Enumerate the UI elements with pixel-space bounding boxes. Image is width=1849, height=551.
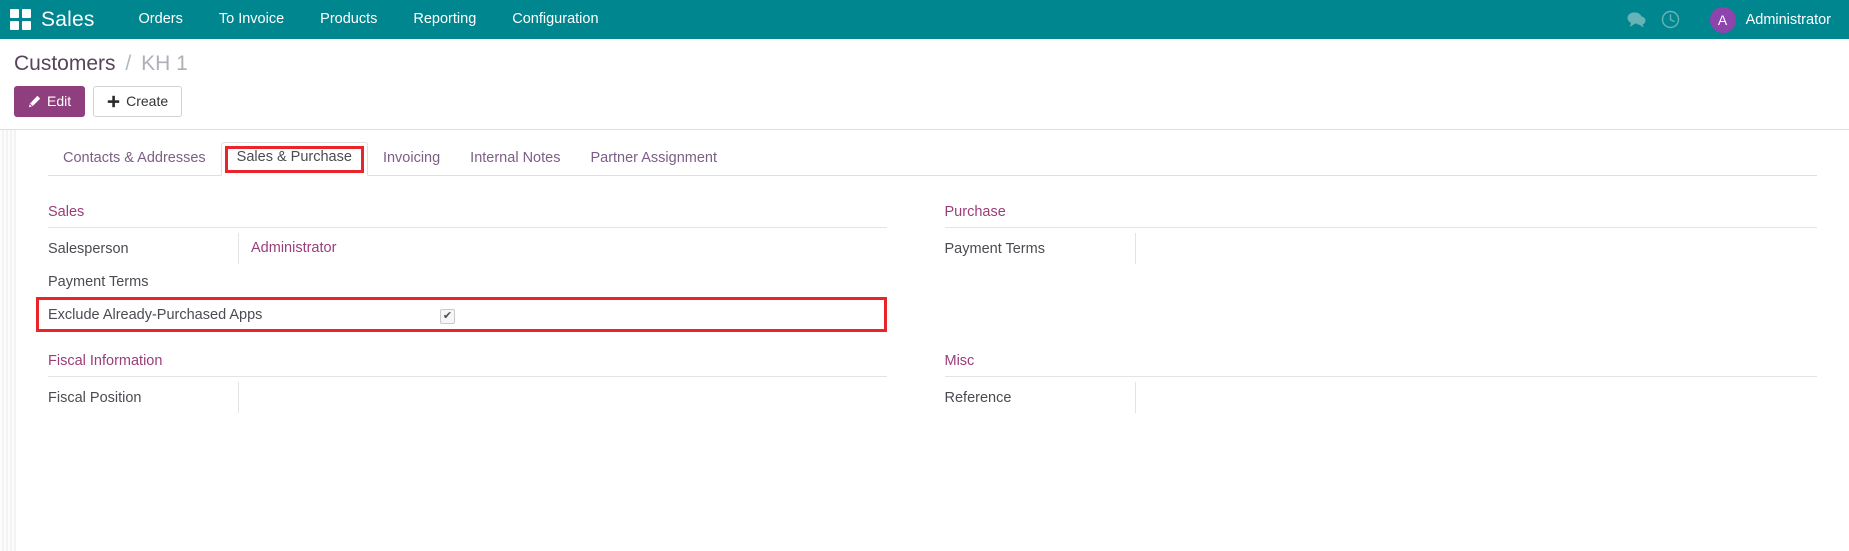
breadcrumb-customers[interactable]: Customers <box>14 52 116 75</box>
tab-invoicing[interactable]: Invoicing <box>368 144 455 176</box>
exclude-apps-checkbox-holder: ✔ <box>430 299 455 331</box>
form-row-top: Sales Salesperson Administrator Payment … <box>36 176 1818 332</box>
tab-internal-notes[interactable]: Internal Notes <box>455 144 575 176</box>
form-sheet: Contacts & Addresses Sales & Purchase In… <box>16 130 1849 551</box>
field-exclude-already-purchased-apps: Exclude Already-Purchased Apps ✔ <box>36 297 887 332</box>
breadcrumb-current-record: KH 1 <box>141 52 188 75</box>
field-purchase-payment-terms-label: Payment Terms <box>944 240 1045 257</box>
tab-partner-assignment[interactable]: Partner Assignment <box>575 144 732 176</box>
group-fiscal-information-title: Fiscal Information <box>48 353 887 377</box>
field-reference-value[interactable] <box>1134 382 1818 413</box>
group-misc: Misc Reference <box>933 353 1818 414</box>
exclude-apps-checkbox[interactable]: ✔ <box>440 308 455 324</box>
create-button-label: Create <box>126 93 169 109</box>
menu-item-configuration[interactable]: Configuration <box>494 0 616 39</box>
tab-sales-purchase[interactable]: Sales & Purchase <box>220 142 368 176</box>
form-sheet-wrapper: Contacts & Addresses Sales & Purchase In… <box>0 130 1849 551</box>
sheet-edge-decoration <box>0 130 16 551</box>
app-brand-sales[interactable]: Sales <box>41 8 95 32</box>
group-purchase: Purchase Payment Terms <box>933 204 1818 331</box>
apps-grid-icon[interactable] <box>10 8 32 31</box>
group-fiscal-information: Fiscal Information Fiscal Position <box>48 353 933 414</box>
menu-item-to-invoice[interactable]: To Invoice <box>201 0 302 39</box>
field-fiscal-position: Fiscal Position <box>48 381 887 414</box>
tab-contacts-addresses[interactable]: Contacts & Addresses <box>48 144 221 176</box>
field-reference: Reference <box>945 381 1818 414</box>
breadcrumb-separator: / <box>125 52 132 75</box>
group-sales-title: Sales <box>48 204 887 228</box>
menu-item-reporting[interactable]: Reporting <box>395 0 494 39</box>
menu-item-orders[interactable]: Orders <box>121 0 201 39</box>
field-sales-payment-terms-value[interactable] <box>238 266 887 297</box>
field-fiscal-position-label: Fiscal Position <box>48 389 142 406</box>
notebook-tabs: Contacts & Addresses Sales & Purchase In… <box>48 130 1817 176</box>
user-name-label: Administrator <box>1745 11 1831 28</box>
check-icon: ✔ <box>442 309 453 322</box>
control-panel-buttons: Edit Create <box>14 85 1835 117</box>
pencil-icon <box>28 95 41 108</box>
chat-bubble-icon[interactable] <box>1620 0 1654 39</box>
field-fiscal-position-value[interactable] <box>238 382 887 413</box>
edit-button[interactable]: Edit <box>14 85 86 117</box>
avatar: A <box>1709 6 1736 33</box>
form-row-bottom: Fiscal Information Fiscal Position Misc … <box>48 331 1817 414</box>
menu-item-products[interactable]: Products <box>302 0 395 39</box>
user-menu[interactable]: A Administrator <box>1709 6 1835 33</box>
field-salesperson-label: Salesperson <box>48 240 129 257</box>
group-misc-title: Misc <box>944 353 1817 377</box>
field-salesperson-value[interactable]: Administrator <box>238 233 887 264</box>
clock-icon[interactable] <box>1654 0 1688 39</box>
field-purchase-payment-terms: Payment Terms <box>945 232 1818 265</box>
plus-icon <box>107 95 120 108</box>
group-purchase-title: Purchase <box>944 204 1817 228</box>
field-salesperson: Salesperson Administrator <box>48 232 887 265</box>
field-reference-label: Reference <box>944 389 1012 406</box>
breadcrumb: Customers / KH 1 <box>14 39 1835 77</box>
create-button[interactable]: Create <box>93 85 183 117</box>
field-sales-payment-terms: Payment Terms <box>48 265 887 298</box>
field-purchase-payment-terms-value[interactable] <box>1134 233 1818 264</box>
control-panel: Customers / KH 1 Edit Create <box>0 39 1849 163</box>
group-sales: Sales Salesperson Administrator Payment … <box>36 204 933 332</box>
edit-button-label: Edit <box>47 93 72 109</box>
top-navbar: Sales Orders To Invoice Products Reporti… <box>0 0 1849 39</box>
field-exclude-already-purchased-apps-label: Exclude Already-Purchased Apps <box>48 306 263 323</box>
field-sales-payment-terms-label: Payment Terms <box>48 273 149 290</box>
